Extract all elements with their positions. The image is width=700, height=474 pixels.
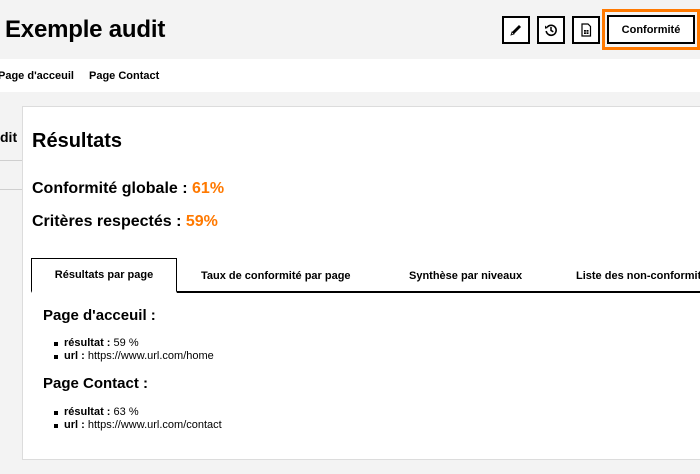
tab-conformity-rate[interactable]: Taux de conformité par page	[201, 258, 351, 293]
result-value: 63 %	[113, 406, 139, 418]
url-value: https://www.url.com/contact	[87, 419, 222, 431]
conformite-button[interactable]: Conformité	[607, 15, 695, 44]
list-item: url : https://www.url.com/home	[54, 350, 214, 363]
page-nav: Page d'acceuil Page Contact	[0, 59, 700, 92]
global-conformity-value: 61%	[192, 180, 225, 197]
page-result-list: résultat : 59 % url : https://www.url.co…	[54, 337, 214, 363]
global-conformity: Conformité globale : 61%	[32, 180, 224, 198]
export-button[interactable]	[572, 16, 600, 44]
divider	[0, 160, 22, 161]
history-icon	[545, 24, 557, 37]
result-value: 59 %	[113, 337, 139, 349]
url-label: url :	[64, 350, 85, 362]
criteria-respected-value: 59%	[185, 213, 218, 230]
tab-results-by-page[interactable]: Résultats par page	[31, 258, 177, 293]
history-button[interactable]	[537, 16, 565, 44]
list-item: url : https://www.url.com/contact	[54, 419, 222, 432]
nav-link-contact[interactable]: Page Contact	[89, 70, 159, 82]
url-label: url :	[64, 419, 85, 431]
result-label: résultat :	[64, 337, 111, 349]
global-conformity-label: Conformité globale :	[32, 180, 188, 197]
page-title: Exemple audit	[5, 16, 166, 43]
result-label: résultat :	[64, 406, 111, 418]
results-card: Résultats Conformité globale : 61% Critè…	[22, 106, 700, 460]
list-item: résultat : 63 %	[54, 406, 222, 419]
criteria-respected-label: Critères respectés :	[32, 213, 182, 230]
page-result-list: résultat : 63 % url : https://www.url.co…	[54, 406, 222, 432]
results-tabs: Résultats par page Taux de conformité pa…	[31, 258, 700, 293]
criteria-respected: Critères respectés : 59%	[32, 213, 218, 231]
divider	[0, 189, 22, 190]
pencil-icon	[510, 25, 521, 36]
side-panel-label[interactable]: dit	[0, 129, 17, 145]
list-item: résultat : 59 %	[54, 337, 214, 350]
top-bar: Exemple audit Conformité	[0, 0, 700, 59]
tab-non-conformities[interactable]: Liste des non-conformit	[576, 258, 700, 293]
url-value: https://www.url.com/home	[87, 350, 214, 362]
side-panel: dit	[0, 107, 22, 190]
spreadsheet-icon	[581, 23, 592, 37]
edit-button[interactable]	[502, 16, 530, 44]
nav-link-accueil[interactable]: Page d'acceuil	[0, 70, 74, 82]
results-title: Résultats	[32, 130, 123, 152]
page-result-title: Page Contact :	[43, 375, 149, 392]
tab-level-summary[interactable]: Synthèse par niveaux	[409, 258, 522, 293]
page-result-title: Page d'acceuil :	[43, 307, 156, 324]
